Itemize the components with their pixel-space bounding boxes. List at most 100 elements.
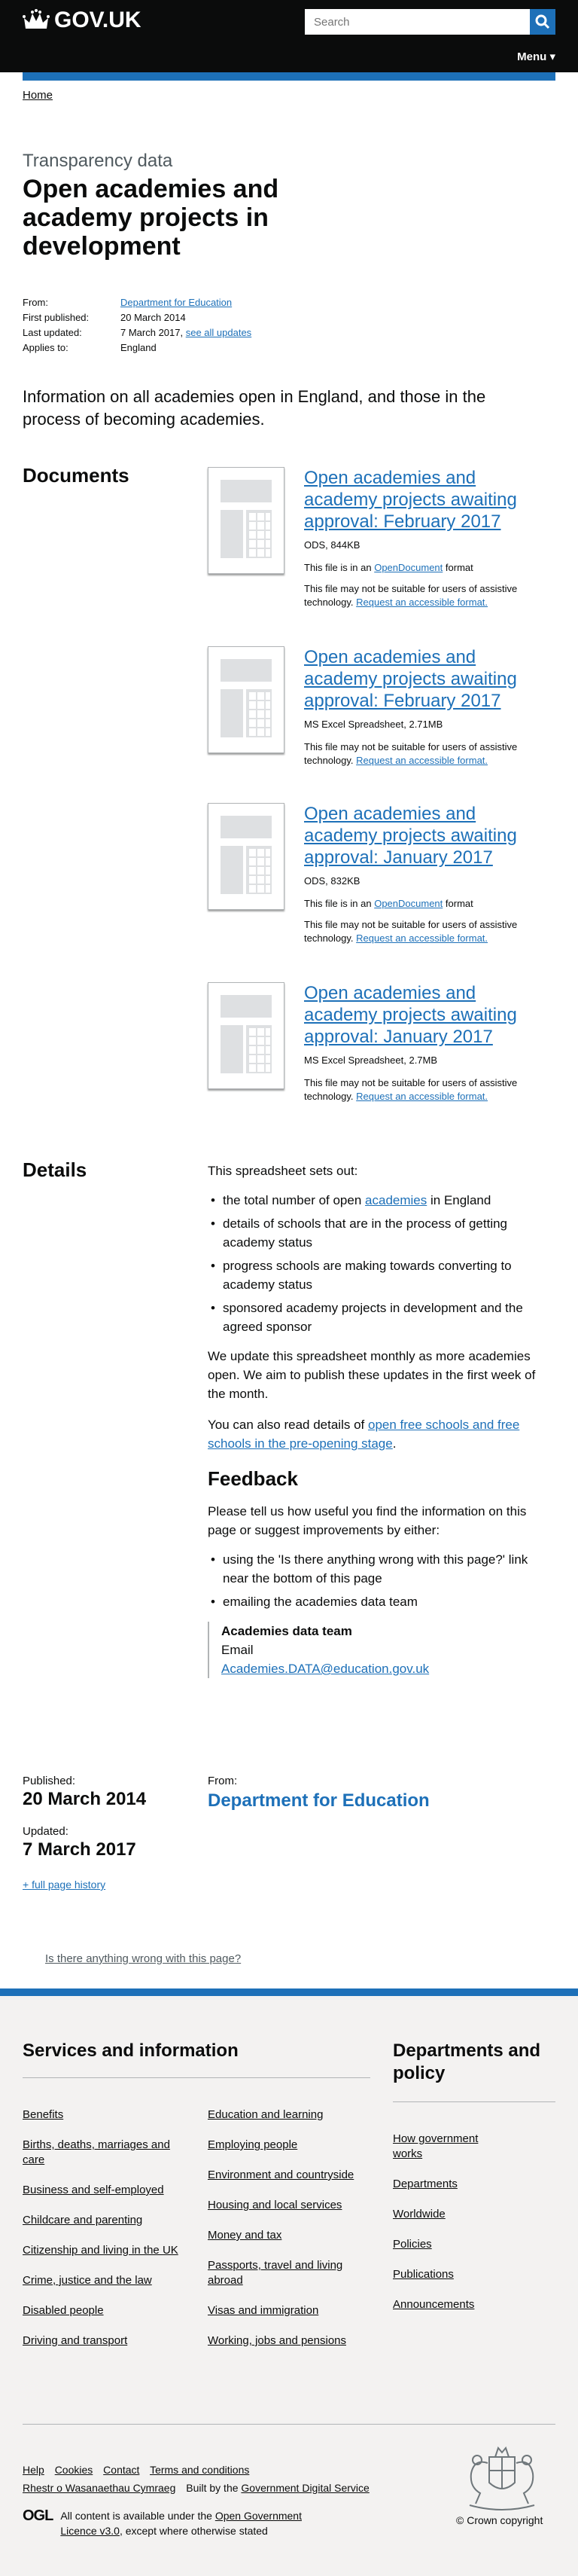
govuk-logo-link[interactable]: GOV.UK	[23, 8, 141, 33]
attachment-title-link[interactable]: Open academies and academy projects awai…	[304, 803, 533, 868]
footer-link[interactable]: Policies	[393, 2237, 432, 2252]
details-body: This spreadsheet sets out: the total num…	[208, 1161, 554, 1678]
footer-link[interactable]: Money and tax	[208, 2228, 281, 2243]
crown-copyright: © Crown copyright	[456, 2514, 543, 2526]
spreadsheet-thumbnail-icon[interactable]	[208, 467, 284, 574]
footer-link[interactable]: Housing and local services	[208, 2198, 342, 2213]
from-label: From:	[208, 1775, 238, 1787]
footer-link[interactable]: Passports, travel and living abroad	[208, 2258, 366, 2288]
meta-applies-value: England	[120, 342, 157, 353]
attachment-3: Open academies and academy projects awai…	[208, 803, 533, 944]
footer-link[interactable]: Births, deaths, marriages and care	[23, 2138, 188, 2168]
breadcrumb: Home	[23, 89, 53, 102]
attachment-meta: ODS, 844KB	[304, 539, 360, 551]
meta-last-updated-label: Last updated:	[23, 327, 82, 338]
footer-link[interactable]: Business and self-employed	[23, 2183, 164, 2198]
search-input[interactable]	[305, 9, 530, 35]
full-page-history-link[interactable]: + full page history	[23, 1879, 146, 1891]
request-accessible-format-link[interactable]: Request an accessible format.	[356, 932, 488, 944]
divider	[393, 2101, 555, 2102]
footer-link[interactable]: Education and learning	[208, 2107, 323, 2123]
footer-link[interactable]: Environment and countryside	[208, 2168, 354, 2183]
spreadsheet-thumbnail-icon[interactable]	[208, 982, 284, 1089]
help-link[interactable]: Help	[23, 2464, 44, 2476]
logo-text: GOV.UK	[54, 8, 141, 32]
terms-link[interactable]: Terms and conditions	[150, 2464, 249, 2476]
attachment-access-note: This file may not be suitable for users …	[304, 919, 518, 944]
attachment-format-note: This file is in an OpenDocument format	[304, 898, 473, 909]
welsh-services-link[interactable]: Rhestr o Wasanaethau Cymraeg	[23, 2482, 175, 2494]
site-header: GOV.UK Menu ▾	[0, 0, 578, 72]
breadcrumb-home-link[interactable]: Home	[23, 89, 53, 102]
page-title: Open academies and academy projects in d…	[23, 175, 279, 261]
footer-meta-links: Help Cookies Contact Terms and condition…	[23, 2461, 377, 2497]
footer-link[interactable]: Publications	[393, 2267, 454, 2282]
header-blue-bar	[23, 72, 555, 81]
attachment-title-link[interactable]: Open academies and academy projects awai…	[304, 646, 533, 712]
update-paragraph: We update this spreadsheet monthly as mo…	[208, 1349, 536, 1401]
attachment-access-note: This file may not be suitable for users …	[304, 583, 518, 608]
report-problem: Is there anything wrong with this page?	[45, 1952, 241, 1965]
contact-email-label: Email	[221, 1643, 254, 1657]
list-item: progress schools are making towards conv…	[208, 1256, 554, 1294]
footer-link[interactable]: Working, jobs and pensions	[208, 2333, 346, 2349]
list-item: using the 'Is there anything wrong with …	[208, 1550, 554, 1588]
meta-applies-label: Applies to:	[23, 342, 68, 353]
footer-link[interactable]: Disabled people	[23, 2303, 104, 2318]
attachment-title-link[interactable]: Open academies and academy projects awai…	[304, 467, 533, 533]
footer-link[interactable]: Driving and transport	[23, 2333, 127, 2349]
published-label: Published:	[23, 1775, 76, 1787]
organisation-link[interactable]: Department for Education	[208, 1790, 430, 1811]
metadata: From: Department for Education First publ…	[23, 295, 555, 356]
attachment-access-note: This file may not be suitable for users …	[304, 1077, 518, 1102]
request-accessible-format-link[interactable]: Request an accessible format.	[356, 1091, 488, 1102]
page-kicker: Transparency data	[23, 151, 173, 171]
attachment-format-note: This file is in an OpenDocument format	[304, 562, 473, 573]
details-list: the total number of open academies in En…	[208, 1191, 554, 1336]
footer-link[interactable]: Crime, justice and the law	[23, 2273, 152, 2288]
divider	[23, 2424, 555, 2425]
meta-from-link[interactable]: Department for Education	[120, 295, 232, 310]
feedback-intro: Please tell us how useful you find the i…	[208, 1504, 527, 1537]
footer-link[interactable]: Citizenship and living in the UK	[23, 2243, 178, 2258]
request-accessible-format-link[interactable]: Request an accessible format.	[356, 597, 488, 608]
updated-label: Updated:	[23, 1825, 68, 1838]
licence-text: All content is available under the Open …	[60, 2510, 302, 2537]
spreadsheet-thumbnail-icon[interactable]	[208, 646, 284, 753]
attachment-title-link[interactable]: Open academies and academy projects awai…	[304, 982, 533, 1048]
footer-link[interactable]: Worldwide	[393, 2207, 446, 2222]
licence-row: OGL All content is available under the O…	[23, 2508, 331, 2538]
footer-link[interactable]: Employing people	[208, 2138, 297, 2153]
contact-name: Academies data team	[221, 1624, 352, 1638]
menu-button[interactable]: Menu ▾	[517, 50, 555, 63]
footer-link[interactable]: Benefits	[23, 2107, 63, 2123]
spreadsheet-thumbnail-icon[interactable]	[208, 803, 284, 910]
divider	[23, 2077, 370, 2078]
footer-services-heading: Services and information	[23, 2040, 239, 2061]
opendocument-link[interactable]: OpenDocument	[374, 898, 443, 909]
search-button[interactable]	[530, 9, 555, 35]
gds-link[interactable]: Government Digital Service	[241, 2482, 369, 2494]
academies-link[interactable]: academies	[365, 1193, 427, 1207]
footer-link[interactable]: Departments	[393, 2177, 458, 2192]
ogl-logo: OGL	[23, 2507, 53, 2524]
report-problem-link[interactable]: Is there anything wrong with this page?	[45, 1952, 241, 1965]
meta-first-published-value: 20 March 2014	[120, 312, 186, 323]
footer-link[interactable]: Visas and immigration	[208, 2303, 318, 2318]
contact-email-link[interactable]: Academies.DATA@education.gov.uk	[221, 1662, 429, 1676]
cookies-link[interactable]: Cookies	[55, 2464, 93, 2476]
footer-link[interactable]: Childcare and parenting	[23, 2213, 142, 2228]
attachment-1: Open academies and academy projects awai…	[208, 467, 533, 608]
meta-from-label: From:	[23, 297, 48, 308]
details-intro: This spreadsheet sets out:	[208, 1164, 358, 1178]
built-by-text: Built by the	[186, 2482, 239, 2494]
footer-link[interactable]: How government works	[393, 2132, 498, 2162]
opendocument-link[interactable]: OpenDocument	[374, 562, 443, 573]
contact-link[interactable]: Contact	[103, 2464, 139, 2476]
published-date: 20 March 2014	[23, 1789, 147, 1809]
contact-block: Academies data team Email Academies.DATA…	[208, 1622, 554, 1678]
see-all-updates-link[interactable]: see all updates	[186, 325, 251, 340]
request-accessible-format-link[interactable]: Request an accessible format.	[356, 755, 488, 766]
footer-link[interactable]: Announcements	[393, 2297, 474, 2312]
updated-date: 7 March 2017	[23, 1839, 136, 1860]
